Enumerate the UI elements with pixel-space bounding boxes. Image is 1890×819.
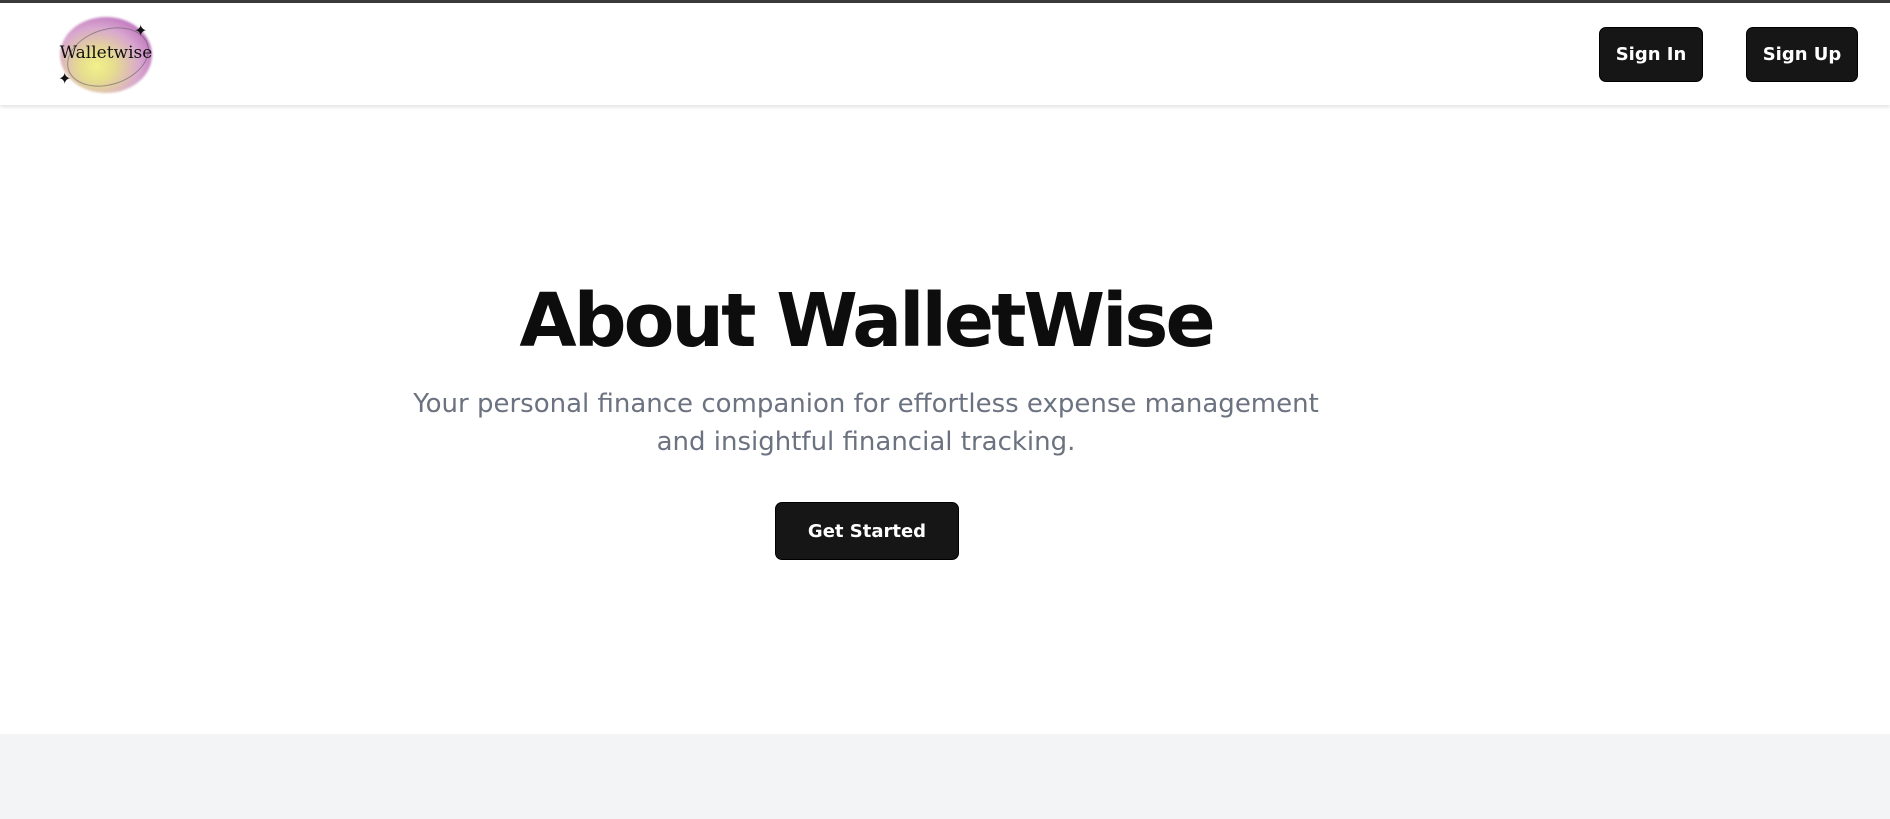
next-section-band [0, 734, 1890, 819]
sparkle-icon: ✦ [134, 21, 148, 40]
sparkle-icon: ✦ [58, 69, 72, 88]
walletwise-logo[interactable]: ✦ ✦ Walletwise [56, 13, 157, 97]
sign-in-button[interactable]: Sign In [1599, 27, 1703, 82]
page-title: About WalletWise [519, 278, 1215, 364]
hero-section: About WalletWise Your personal finance c… [0, 105, 1890, 734]
get-started-button[interactable]: Get Started [775, 502, 959, 560]
sign-up-button[interactable]: Sign Up [1746, 27, 1858, 82]
logo-text: Walletwise [59, 43, 153, 63]
hero-subtitle: Your personal finance companion for effo… [413, 389, 1319, 457]
navbar: ✦ ✦ Walletwise Sign In Sign Up [0, 3, 1890, 105]
